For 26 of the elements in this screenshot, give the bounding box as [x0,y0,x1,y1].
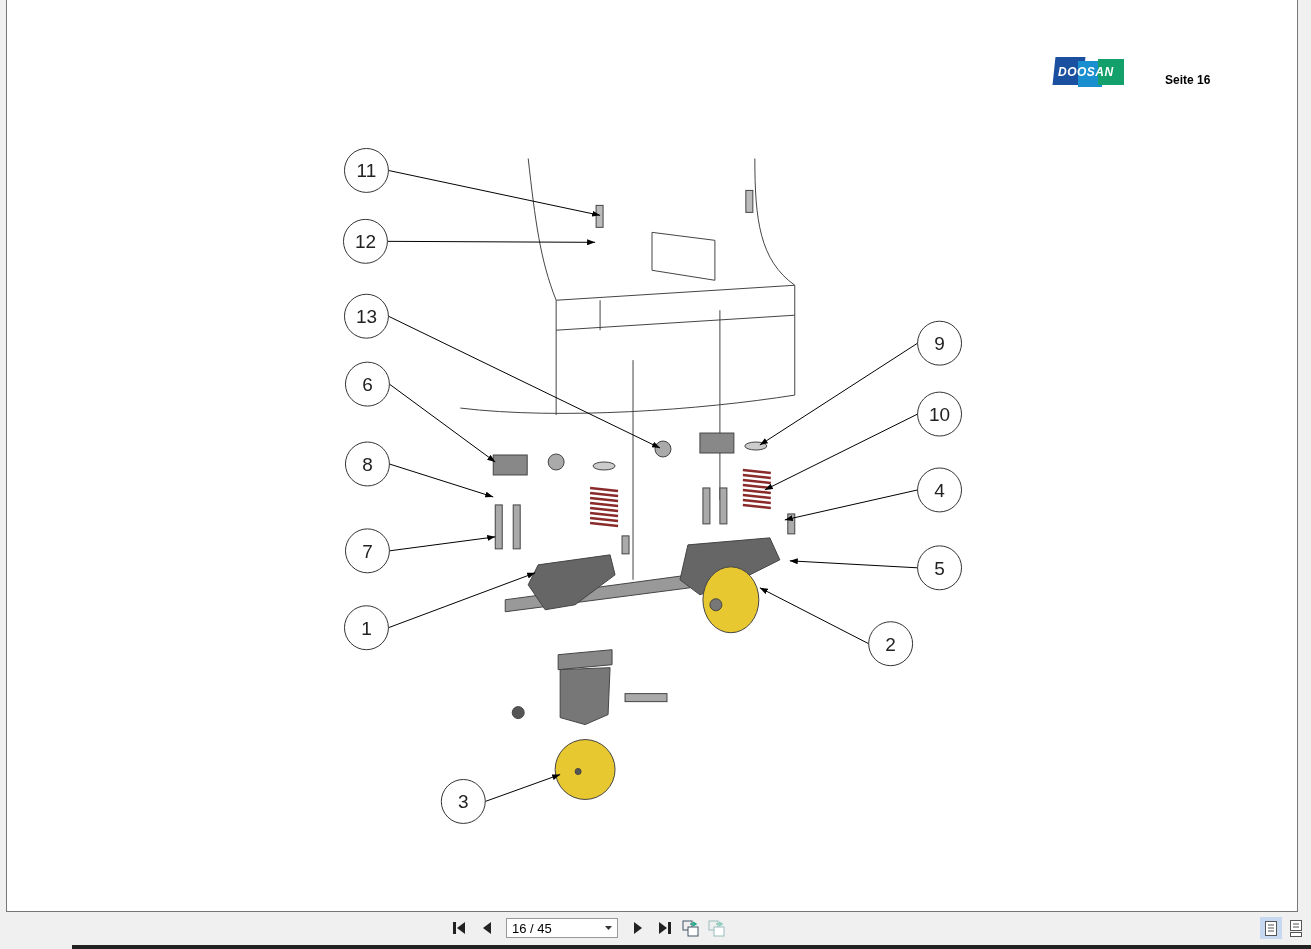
next-page-icon [633,921,643,935]
page-number-field[interactable]: 16 / 45 [506,918,618,938]
logo-text: DOOSAN [1058,65,1114,79]
callout-bubble: 2 [868,621,914,667]
continuous-pages-icon [1290,919,1302,937]
callout-bubble: 4 [917,467,962,513]
callout-bubble: 12 [343,218,388,264]
callout-bubble: 10 [917,391,962,437]
single-page-icon [1265,920,1277,936]
callout-bubble: 9 [917,320,962,366]
page-label: Seite 16 [1165,73,1211,87]
callout-bubble: 5 [917,545,962,591]
first-page-icon [453,921,467,935]
callout-bubble: 1 [344,605,389,651]
previous-view-icon [681,919,699,937]
single-page-view-button[interactable] [1260,917,1282,939]
dropdown-caret-icon [605,926,612,930]
previous-page-icon [481,921,491,935]
callout-bubble: 8 [345,441,390,487]
callout-bubble: 6 [345,361,390,407]
callout-bubble: 7 [345,528,390,574]
callout-bubble: 11 [344,148,389,193]
callout-bubble: 13 [344,293,389,339]
callout-bubble: 3 [440,779,486,824]
last-page-icon [657,921,671,935]
next-view-icon [707,919,725,937]
